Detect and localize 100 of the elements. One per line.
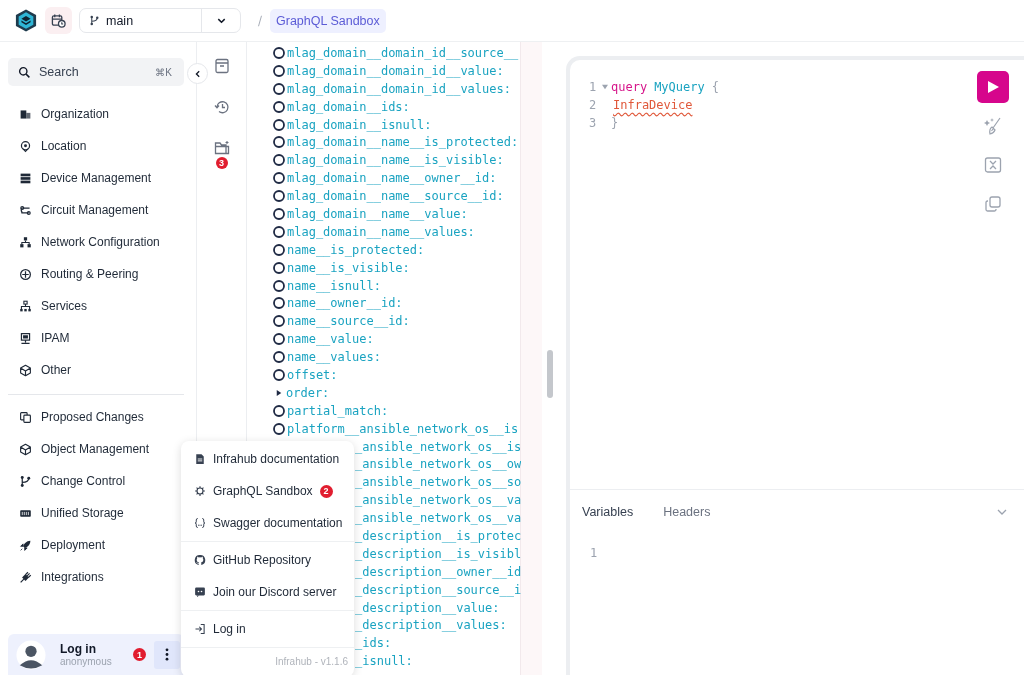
field-name[interactable]: offset: (287, 367, 338, 382)
circle-icon[interactable] (273, 404, 285, 417)
circle-icon[interactable] (273, 333, 285, 346)
field-name[interactable]: mlag_domain__isnull: (287, 117, 432, 132)
field-name[interactable]: mlag_domain__name__owner__id: (287, 171, 497, 186)
field-name[interactable]: mlag_domain__name__is_visible: (287, 153, 504, 168)
circle-icon[interactable] (273, 100, 285, 113)
nav-item[interactable]: Other (8, 354, 184, 386)
nav-item[interactable]: Services (8, 290, 184, 322)
field-name[interactable]: mlag_domain__ids: (287, 99, 410, 114)
field-name[interactable]: name__is_visible: (287, 260, 410, 275)
circle-icon[interactable] (273, 190, 285, 203)
field-name[interactable]: name__is_protected: (287, 242, 425, 257)
field-name[interactable]: mlag_domain__name__values: (287, 224, 475, 239)
field-name[interactable]: _ansible_network_os__so (355, 475, 522, 490)
scrollbar-thumb[interactable] (547, 350, 553, 398)
caret-right-icon[interactable] (276, 389, 282, 396)
circuit-icon (19, 203, 32, 217)
field-name[interactable]: mlag_domain__domain_id__value: (287, 63, 504, 78)
collapse-button[interactable] (187, 63, 208, 84)
field-name[interactable]: name__owner__id: (287, 296, 403, 311)
field-name[interactable]: _description__source__i (355, 582, 522, 597)
field-name[interactable]: name__value: (287, 332, 374, 347)
circle-icon[interactable] (273, 279, 285, 292)
circle-icon[interactable] (273, 118, 285, 131)
schedule-button[interactable] (45, 7, 72, 34)
nav-item[interactable]: Network Configuration (8, 226, 184, 258)
nav-item[interactable]: Routing & Peering (8, 258, 184, 290)
field-name[interactable]: _ansible_network_os__is (355, 439, 522, 454)
circle-icon[interactable] (273, 46, 285, 59)
building-icon (19, 107, 32, 121)
field-name[interactable]: _ansible_network_os__va (355, 493, 522, 508)
field-name[interactable]: _description__values: (355, 618, 507, 633)
nav-item[interactable]: Location (8, 130, 184, 162)
field-name[interactable]: _ansible_network_os__ow (355, 457, 522, 472)
circle-icon[interactable] (273, 225, 285, 238)
circle-icon[interactable] (273, 297, 285, 310)
circle-icon[interactable] (273, 64, 285, 77)
field-name[interactable]: partial_match: (287, 403, 389, 418)
circle-icon[interactable] (273, 136, 285, 149)
circle-icon[interactable] (273, 82, 285, 95)
field-name[interactable]: mlag_domain__name__source__id: (287, 189, 504, 204)
nav-item[interactable]: Device Management (8, 162, 184, 194)
menu-item[interactable]: Infrahub documentation (181, 443, 354, 475)
circle-icon[interactable] (273, 243, 285, 256)
menu-item[interactable]: Swagger documentation (181, 507, 354, 539)
field-name[interactable]: mlag_domain__name__value: (287, 206, 468, 221)
circle-icon[interactable] (273, 261, 285, 274)
circle-icon[interactable] (273, 351, 285, 364)
field-name[interactable]: _ids: (355, 636, 392, 651)
panel-tab[interactable]: Variables (582, 505, 634, 519)
field-name[interactable]: name__isnull: (287, 278, 381, 293)
history-icon[interactable] (213, 99, 230, 115)
field-name[interactable]: name__source__id: (287, 314, 410, 329)
panel-tab[interactable]: Headers (663, 505, 711, 519)
field-name[interactable]: order: (286, 385, 330, 400)
more-button[interactable] (154, 640, 180, 669)
menu-item[interactable]: Log in (181, 613, 354, 645)
field-name[interactable]: platform__ansible_network_os__is (287, 421, 519, 436)
branch-selector[interactable]: main (79, 8, 241, 33)
field-name[interactable]: _description__is_visibl (355, 546, 522, 561)
field-name[interactable]: _isnull: (355, 654, 413, 669)
nav-item[interactable]: Organization (8, 98, 184, 130)
field-name[interactable]: mlag_domain__domain_id__values: (287, 81, 511, 96)
nav-item[interactable]: Object Management (8, 433, 184, 465)
archive-icon[interactable] (213, 58, 230, 74)
field-name[interactable]: _ansible_network_os__va (355, 511, 522, 526)
circle-icon[interactable] (273, 207, 285, 220)
nav-item[interactable]: Integrations (8, 561, 184, 593)
nav-item[interactable]: Proposed Changes (8, 401, 184, 433)
circle-icon[interactable] (273, 154, 285, 167)
discord-icon (194, 586, 206, 598)
menu-item[interactable]: GitHub Repository (181, 544, 354, 576)
network-icon (19, 235, 32, 249)
nav-item[interactable]: Unified Storage (8, 497, 184, 529)
folder-plus-icon[interactable] (213, 140, 230, 156)
menu-item[interactable]: GraphQL Sandbox 2 (181, 475, 354, 507)
logo-icon[interactable] (15, 8, 37, 33)
field-name[interactable]: name__values: (287, 350, 381, 365)
circle-icon[interactable] (273, 172, 285, 185)
breadcrumb-link[interactable]: GraphQL Sandbox (270, 8, 386, 33)
field-name[interactable]: mlag_domain__domain_id__source__ (287, 45, 519, 60)
user-card[interactable]: Log in anonymous 1 (8, 634, 184, 675)
field-name[interactable]: mlag_domain__name__is_protected: (287, 135, 519, 150)
ipam-icon (19, 331, 32, 345)
run-button[interactable] (977, 71, 1009, 103)
circle-icon[interactable] (273, 315, 285, 328)
changes-icon (19, 410, 32, 424)
field-name[interactable]: _description__is_protec (355, 529, 522, 543)
avatar-icon (16, 639, 46, 670)
nav-item[interactable]: Circuit Management (8, 194, 184, 226)
nav-item[interactable]: Change Control (8, 465, 184, 497)
field-name[interactable]: _description__value: (355, 600, 500, 615)
code-token: InfraDevice (613, 98, 693, 112)
circle-icon[interactable] (273, 368, 285, 381)
circle-icon[interactable] (273, 422, 285, 435)
field-name[interactable]: _description__owner__id (355, 564, 522, 579)
menu-item[interactable]: Join our Discord server (181, 576, 354, 608)
nav-item[interactable]: IPAM (8, 322, 184, 354)
nav-item[interactable]: Deployment (8, 529, 184, 561)
